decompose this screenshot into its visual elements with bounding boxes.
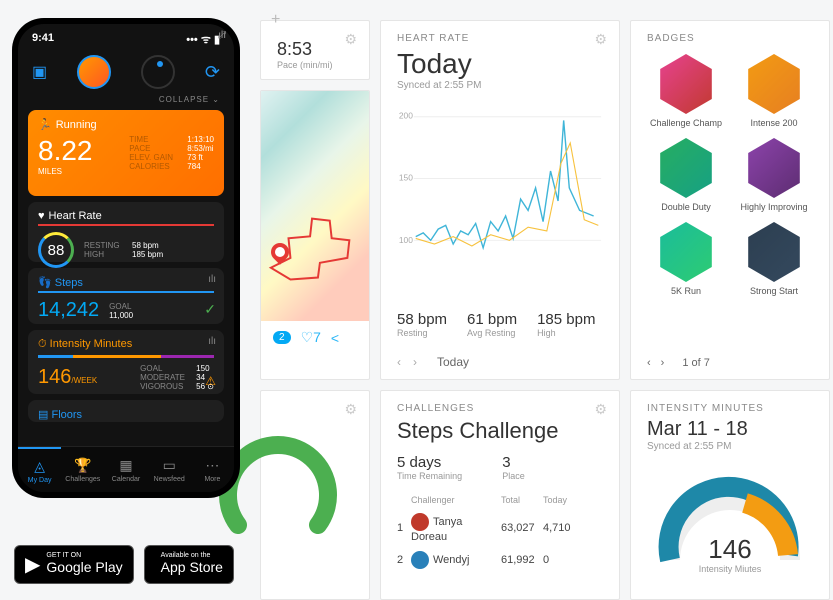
card-label: BADGES: [647, 33, 813, 44]
table-row[interactable]: 1 Tanya Doreau 63,0274,710: [397, 509, 603, 547]
app-store-button[interactable]: Available on theApp Store: [144, 545, 234, 584]
tab-challenges[interactable]: 🏆Challenges: [61, 447, 104, 492]
badge-item[interactable]: Highly Improving: [735, 138, 813, 212]
check-icon: ✓: [204, 301, 216, 318]
spark-icon: ılı: [208, 336, 216, 347]
runner-icon: 🏃: [38, 118, 52, 131]
tab-calendar[interactable]: ▦Calendar: [104, 447, 147, 492]
heart-icon: ♥: [38, 210, 45, 222]
badge-item[interactable]: Strong Start: [735, 222, 813, 296]
badge-page: 1 of 7: [682, 357, 710, 369]
calendar-icon: ▦: [119, 457, 132, 474]
avatar: [411, 551, 429, 569]
activity-map-card: 2 ♡7 <: [260, 90, 370, 380]
sync-icon[interactable]: ⟳: [205, 62, 220, 83]
challenge-title: Steps Challenge: [397, 418, 603, 444]
status-time: 9:41: [32, 32, 54, 47]
share-icon[interactable]: <: [331, 330, 339, 346]
high-value: 185 bpm: [537, 311, 595, 328]
card-label: HEART RATE: [397, 33, 603, 44]
pace-value: 8:53: [277, 39, 353, 60]
phone-heart-rate-card[interactable]: ılı ♥Heart Rate 88 RESTING58 bpm HIGH185…: [28, 202, 224, 262]
badges-card: BADGES Challenge Champ Intense 200 Doubl…: [630, 20, 830, 380]
prev-icon[interactable]: ‹: [397, 355, 401, 369]
steps-icon: 👣: [38, 277, 52, 289]
badge-item[interactable]: Double Duty: [647, 138, 725, 212]
gear-icon[interactable]: ⚙: [594, 31, 607, 48]
card-label: CHALLENGES: [397, 403, 603, 414]
heart-rate-card: ⚙ HEART RATE Today Synced at 2:55 PM 200…: [380, 20, 620, 380]
tab-newsfeed[interactable]: ▭Newsfeed: [148, 447, 191, 492]
pace-card: + ⚙ 8:53 Pace (min/mi): [260, 20, 370, 80]
tab-more[interactable]: ⋯More: [191, 447, 234, 492]
svg-text:200: 200: [399, 111, 413, 121]
phone-steps-card[interactable]: ılı 👣 Steps 14,242 GOAL11,000 ✓: [28, 268, 224, 324]
phone-tab-bar: ◬My Day 🏆Challenges ▦Calendar ▭Newsfeed …: [18, 446, 234, 492]
clock-icon: ⏱: [38, 338, 47, 350]
status-icons: ••• ᯤ ▮: [186, 32, 220, 47]
badge-item[interactable]: Challenge Champ: [647, 54, 725, 128]
heart-icon[interactable]: ♡7: [301, 329, 321, 346]
gear-icon[interactable]: ⚙: [344, 401, 357, 418]
route-map[interactable]: [261, 91, 369, 321]
hr-ring: 88: [38, 232, 74, 268]
myday-icon: ◬: [34, 458, 45, 475]
badge-item[interactable]: 5K Run: [647, 222, 725, 296]
avg-resting-value: 61 bpm: [467, 311, 517, 328]
collapse-toggle[interactable]: COLLAPSE ⌄: [18, 95, 234, 104]
next-icon[interactable]: ›: [413, 355, 417, 369]
pace-label: Pace (min/mi): [277, 60, 353, 70]
gear-icon[interactable]: ⚙: [344, 31, 357, 48]
sync-time: Synced at 2:55 PM: [397, 80, 603, 91]
intensity-card: INTENSITY MINUTES Mar 11 - 18 Synced at …: [630, 390, 830, 600]
more-icon: ⋯: [205, 457, 219, 474]
prev-icon[interactable]: ‹: [647, 357, 651, 369]
spark-icon: ılı: [208, 274, 216, 285]
nav-label: Today: [437, 355, 469, 369]
svg-text:150: 150: [399, 172, 413, 182]
intensity-value: 146: [38, 366, 71, 388]
badge-item[interactable]: Intense 200: [735, 54, 813, 128]
spark-icon: ılı: [218, 30, 226, 41]
google-play-button[interactable]: ▶ GET IT ONGoogle Play: [14, 545, 134, 584]
running-card[interactable]: ⤢ 🏃Running 8.22MILES TIME1:13:10 PACE8:5…: [28, 110, 224, 196]
phone-intensity-card[interactable]: ılı ⏱ Intensity Minutes 146/WEEK GOAL150…: [28, 330, 224, 394]
tab-my-day[interactable]: ◬My Day: [18, 447, 61, 492]
sync-time: Synced at 2:55 PM: [647, 441, 813, 452]
add-icon[interactable]: +: [271, 11, 280, 29]
alert-icon: ⚠: [205, 374, 216, 388]
avatar[interactable]: [77, 55, 111, 89]
trophy-icon: 🏆: [74, 457, 91, 474]
news-icon: ▭: [163, 457, 176, 474]
play-icon: ▶: [25, 552, 40, 577]
comment-count[interactable]: 2: [273, 331, 291, 344]
next-icon[interactable]: ›: [661, 357, 665, 369]
device-ring-icon[interactable]: [141, 55, 175, 89]
intensity-value-label: Intensity Miutes: [650, 564, 810, 574]
resting-value: 58 bpm: [397, 311, 447, 328]
avatar: [411, 513, 429, 531]
run-distance: 8.22: [38, 135, 93, 167]
phone-floors-card[interactable]: ılı ▤ Floors: [28, 400, 224, 422]
heart-rate-chart: 200 150 100: [397, 101, 603, 301]
card-label: INTENSITY MINUTES: [647, 403, 813, 414]
heart-rate-title: Today: [397, 48, 603, 80]
stairs-icon: ▤: [38, 409, 48, 421]
table-row[interactable]: 2 Wendyj 61,9920: [397, 547, 603, 573]
steps-value: 14,242: [38, 299, 99, 322]
intensity-gauge: 146 Intensity Miutes: [650, 470, 810, 570]
intensity-value: 146: [650, 534, 810, 565]
inbox-icon[interactable]: ▣: [32, 62, 47, 82]
phone-mockup: 9:41 ••• ᯤ ▮ ▣ ⟳ COLLAPSE ⌄ ⤢ 🏃Running 8…: [12, 18, 240, 498]
svg-text:100: 100: [399, 235, 413, 245]
gear-icon[interactable]: ⚙: [594, 401, 607, 418]
challenges-card: ⚙ CHALLENGES Steps Challenge 5 daysTime …: [380, 390, 620, 600]
intensity-title: Mar 11 - 18: [647, 418, 813, 441]
